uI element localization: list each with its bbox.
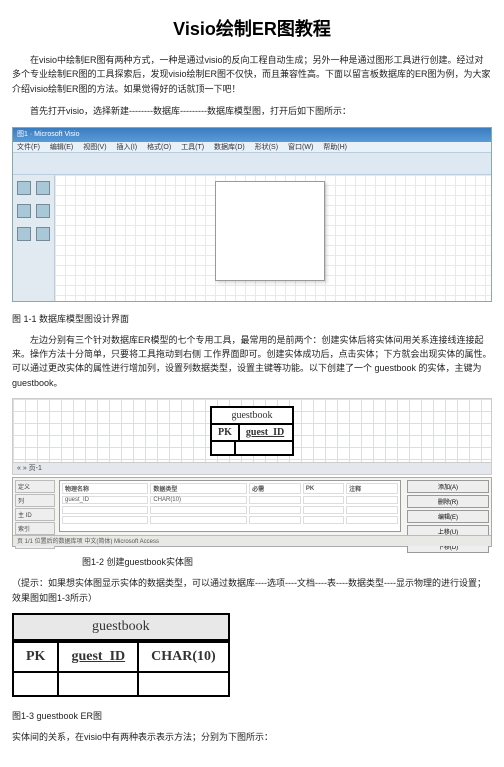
- menubar: 文件(F) 编辑(E) 视图(V) 插入(I) 格式(O) 工具(T) 数据库(…: [13, 142, 491, 153]
- figure-entity-and-props: guestbook PK guest_ID « » 页-1 定义 列 主 ID …: [12, 398, 492, 547]
- figure-caption-1-3: 图1-3 guestbook ER图: [12, 709, 492, 722]
- entity-pk-label: PK: [212, 425, 240, 440]
- grid-cell[interactable]: [303, 496, 344, 504]
- entity-guestbook-small[interactable]: guestbook PK guest_ID: [210, 406, 294, 456]
- grid-cell[interactable]: [346, 496, 398, 504]
- menu-item[interactable]: 插入(I): [117, 144, 138, 151]
- remove-button[interactable]: 删除(R): [407, 495, 489, 508]
- prop-tab[interactable]: 索引: [15, 522, 55, 535]
- shape-stencil-icon[interactable]: [36, 227, 50, 241]
- menu-item[interactable]: 形状(S): [255, 144, 278, 151]
- blank-page: [215, 181, 325, 281]
- columns-grid[interactable]: 物理名称 数据类型 必需 PK 注释 guest_ID CHAR(10): [59, 480, 401, 532]
- status-bar: 页 1/1 位置后的数据库项 中文(简体) Microsoft Access: [13, 535, 491, 546]
- prop-tab[interactable]: 定义: [15, 480, 55, 493]
- entity-empty-section: [212, 440, 292, 454]
- menu-item[interactable]: 视图(V): [83, 144, 106, 151]
- menu-item[interactable]: 数据库(D): [214, 144, 245, 151]
- diagram-canvas[interactable]: guestbook PK guest_ID: [12, 398, 492, 463]
- menu-item[interactable]: 编辑(E): [50, 144, 73, 151]
- page-tab-bar[interactable]: « » 页-1: [12, 463, 492, 475]
- entity-empty-cell: [139, 671, 228, 695]
- figure-caption-1-1: 图 1-1 数据库模型图设计界面: [12, 312, 492, 325]
- entity-pk-label: PK: [14, 641, 59, 671]
- shape-stencil-icon[interactable]: [17, 227, 31, 241]
- add-button[interactable]: 添加(A): [407, 480, 489, 493]
- figure-visio-window: 图1 · Microsoft Visio 文件(F) 编辑(E) 视图(V) 插…: [12, 127, 492, 302]
- properties-panel: 定义 列 主 ID 索引 触发器 物理名称 数据类型 必需 PK 注释 gues…: [12, 477, 492, 547]
- step-open-visio: 首先打开visio，选择新建--------数据库---------数据库模型图…: [12, 104, 492, 118]
- figure-caption-1-2: 图1-2 创建guestbook实体图: [12, 555, 492, 568]
- menu-item[interactable]: 文件(F): [17, 144, 40, 151]
- prop-tab[interactable]: 列: [15, 494, 55, 507]
- entity-name: guestbook: [14, 615, 228, 641]
- edit-button[interactable]: 编辑(E): [407, 510, 489, 523]
- drawing-canvas[interactable]: [55, 175, 491, 302]
- grid-cell[interactable]: guest_ID: [62, 496, 148, 504]
- page-title: Visio绘制ER图教程: [12, 15, 492, 41]
- grid-header: 物理名称: [62, 483, 148, 494]
- entity-name: guestbook: [212, 408, 292, 425]
- grid-cell[interactable]: CHAR(10): [150, 496, 247, 504]
- menu-item[interactable]: 帮助(H): [323, 144, 347, 151]
- shape-stencil-icon[interactable]: [36, 204, 50, 218]
- figure-entity-with-type: guestbook PK guest_ID CHAR(10): [12, 613, 492, 697]
- prop-tab[interactable]: 主 ID: [15, 508, 55, 521]
- shape-stencil-icon[interactable]: [17, 204, 31, 218]
- grid-header: 数据类型: [150, 483, 247, 494]
- shape-stencil-icon[interactable]: [17, 181, 31, 195]
- grid-cell[interactable]: [249, 496, 301, 504]
- shapes-panel: [13, 175, 55, 302]
- window-titlebar: 图1 · Microsoft Visio: [13, 128, 491, 142]
- entity-empty-cell: [14, 671, 59, 695]
- hint-paragraph: （提示：如果想实体图显示实体的数据类型，可以通过数据库----选项----文档-…: [12, 576, 492, 605]
- menu-item[interactable]: 工具(T): [181, 144, 204, 151]
- intro-paragraph: 在visio中绘制ER图有两种方式，一种是通过visio的反向工程自动生成；另外…: [12, 53, 492, 96]
- toolbar: [13, 153, 491, 175]
- menu-item[interactable]: 格式(O): [147, 144, 171, 151]
- entity-empty-cell: [59, 671, 139, 695]
- entity-pk-type: CHAR(10): [139, 641, 228, 671]
- entity-guestbook-big: guestbook PK guest_ID CHAR(10): [12, 613, 230, 697]
- paragraph-tools: 左边分别有三个针对数据库ER模型的七个专用工具，最常用的是前两个：创建实体后将实…: [12, 333, 492, 391]
- entity-pk-column: guest_ID: [240, 425, 290, 440]
- shape-stencil-icon[interactable]: [36, 181, 50, 195]
- grid-header: 必需: [249, 483, 301, 494]
- paragraph-relations: 实体间的关系，在visio中有两种表示表示方法；分别为下图所示：: [12, 730, 492, 744]
- entity-pk-column: guest_ID: [59, 641, 139, 671]
- menu-item[interactable]: 窗口(W): [288, 144, 313, 151]
- grid-header: PK: [303, 483, 344, 494]
- grid-header: 注释: [346, 483, 398, 494]
